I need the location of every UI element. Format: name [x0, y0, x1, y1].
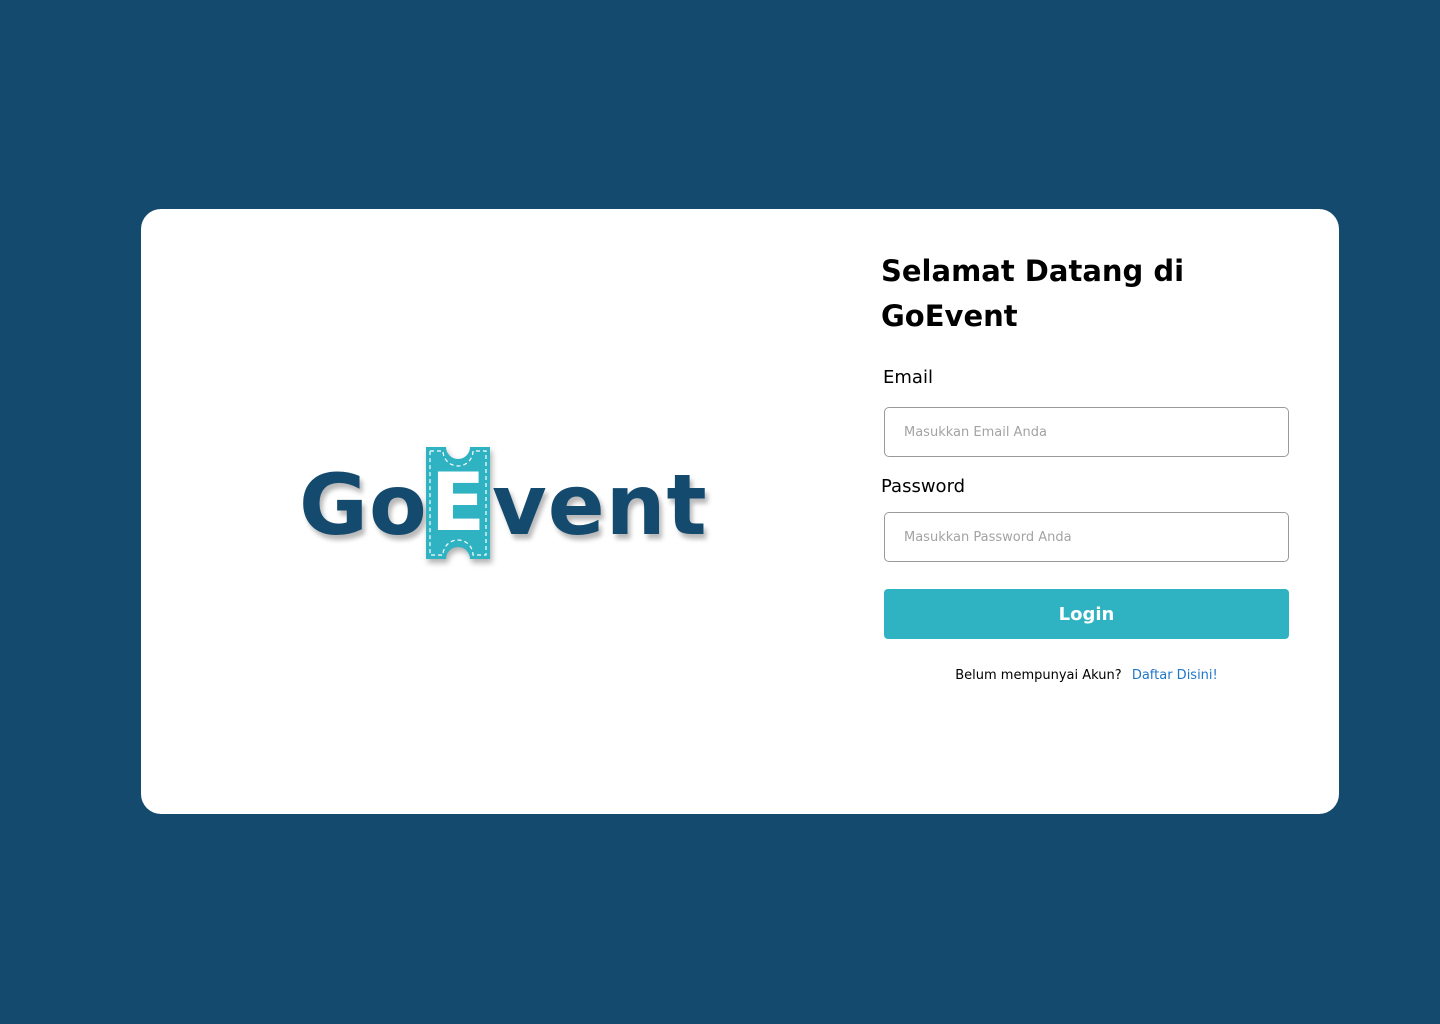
login-card: Go E vent Selamat Datang di GoEvent Emai… [141, 209, 1339, 814]
password-label: Password [881, 476, 966, 497]
email-label: Email [883, 367, 933, 388]
logo-text-vent: vent [492, 456, 708, 554]
register-link[interactable]: Daftar Disini! [1132, 668, 1218, 683]
register-prompt-row: Belum mempunyai Akun? Daftar Disini! [884, 666, 1289, 686]
login-button[interactable]: Login [884, 589, 1289, 639]
register-prompt-text: Belum mempunyai Akun? [955, 668, 1122, 683]
logo-text-go: Go [299, 456, 428, 554]
email-field[interactable] [884, 407, 1289, 457]
goevent-logo: Go E vent [299, 445, 707, 565]
page-title: Selamat Datang di GoEvent [881, 254, 1185, 333]
password-field[interactable] [884, 512, 1289, 562]
logo-ticket-letter: E [430, 456, 486, 549]
